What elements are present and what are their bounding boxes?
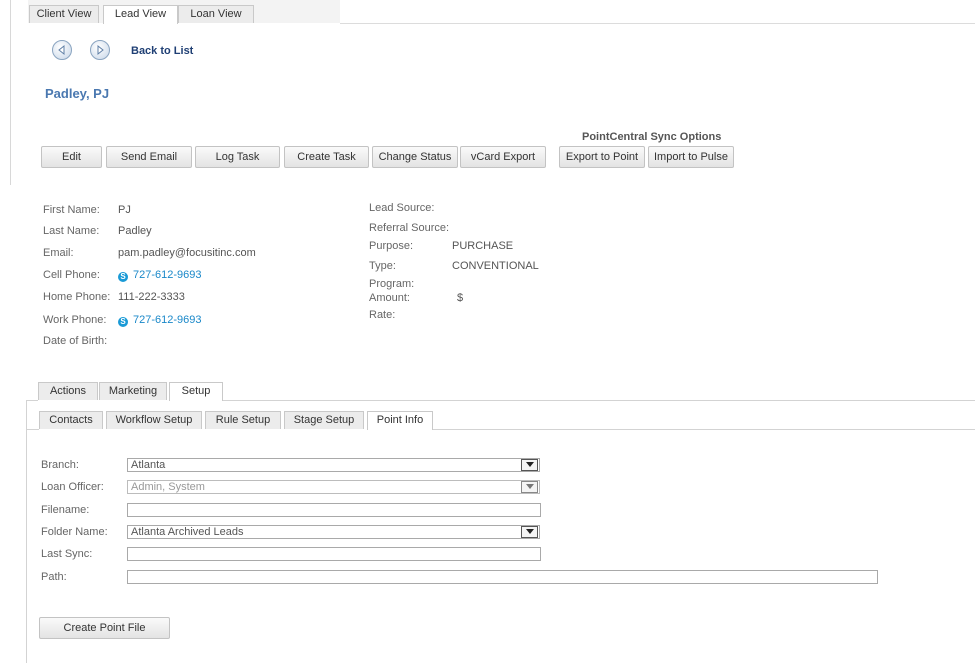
export-to-point-button[interactable]: Export to Point <box>559 146 645 168</box>
amount-value: $ <box>457 292 464 304</box>
left-divider <box>10 0 11 185</box>
first-name-label: First Name: <box>43 204 100 216</box>
purpose-value: PURCHASE <box>452 240 514 252</box>
path-input[interactable] <box>127 570 878 584</box>
amount-label: Amount: <box>369 292 410 304</box>
home-phone-label: Home Phone: <box>43 291 111 303</box>
filename-input[interactable] <box>127 503 541 517</box>
cell-phone-value: 727-612-9693 <box>133 269 202 281</box>
email-label: Email: <box>43 247 74 259</box>
chevron-down-icon[interactable] <box>521 526 538 538</box>
loan-officer-value: Admin, System <box>131 481 205 493</box>
send-email-button[interactable]: Send Email <box>106 146 192 168</box>
tab-marketing[interactable]: Marketing <box>99 382 167 400</box>
create-task-button[interactable]: Create Task <box>284 146 369 168</box>
dob-label: Date of Birth: <box>43 335 108 347</box>
last-name-value: Padley <box>118 225 152 237</box>
vcard-export-button[interactable]: vCard Export <box>460 146 546 168</box>
section-tab-line-right <box>223 400 975 401</box>
sub-tab-line-right <box>433 429 975 430</box>
email-value: pam.padley@focusitinc.com <box>118 247 256 259</box>
filename-label: Filename: <box>41 504 90 516</box>
create-point-file-button[interactable]: Create Point File <box>39 617 170 639</box>
folder-name-value: Atlanta Archived Leads <box>131 526 244 538</box>
sync-options-title: PointCentral Sync Options <box>582 131 722 143</box>
top-divider <box>340 23 975 24</box>
type-value: CONVENTIONAL <box>452 260 539 272</box>
work-phone-value: 727-612-9693 <box>133 314 202 326</box>
cell-phone-label: Cell Phone: <box>43 269 100 281</box>
lead-name-title: Padley, PJ <box>45 86 110 101</box>
panel-left-border <box>26 400 27 663</box>
first-name-value: PJ <box>118 204 131 216</box>
sub-tab-line-left <box>26 429 39 430</box>
skype-icon: S <box>118 317 128 327</box>
program-label: Program: <box>369 278 415 290</box>
home-phone-value: 111-222-3333 <box>118 291 185 303</box>
work-phone-label: Work Phone: <box>43 314 107 326</box>
tab-stage-setup[interactable]: Stage Setup <box>284 411 364 429</box>
tab-client-view[interactable]: Client View <box>29 5 99 23</box>
branch-value: Atlanta <box>131 459 166 471</box>
edit-button[interactable]: Edit <box>41 146 102 168</box>
branch-label: Branch: <box>41 459 79 471</box>
rate-label: Rate: <box>369 309 396 321</box>
type-label: Type: <box>369 260 396 272</box>
loan-officer-label: Loan Officer: <box>41 481 104 493</box>
back-arrow-icon[interactable] <box>52 40 72 60</box>
forward-arrow-icon[interactable] <box>90 40 110 60</box>
cell-phone-link[interactable]: S 727-612-9693 <box>118 269 202 282</box>
purpose-label: Purpose: <box>369 240 414 252</box>
import-to-pulse-button[interactable]: Import to Pulse <box>648 146 734 168</box>
view-tab-bar: Client View Lead View Loan View <box>28 0 340 24</box>
tab-loan-view[interactable]: Loan View <box>178 5 254 23</box>
chevron-down-icon[interactable] <box>521 481 538 493</box>
last-sync-input[interactable] <box>127 547 541 561</box>
change-status-button[interactable]: Change Status <box>372 146 458 168</box>
last-name-label: Last Name: <box>43 225 100 237</box>
folder-name-label: Folder Name: <box>41 526 108 538</box>
skype-icon: S <box>118 272 128 282</box>
tab-rule-setup[interactable]: Rule Setup <box>205 411 281 429</box>
loan-officer-select[interactable]: Admin, System <box>127 480 540 494</box>
last-sync-label: Last Sync: <box>41 548 93 560</box>
tab-contacts[interactable]: Contacts <box>39 411 103 429</box>
referral-source-label: Referral Source: <box>369 222 450 234</box>
tab-point-info[interactable]: Point Info <box>367 411 433 430</box>
chevron-down-icon[interactable] <box>521 459 538 471</box>
tab-actions[interactable]: Actions <box>38 382 98 400</box>
tab-lead-view[interactable]: Lead View <box>103 5 178 24</box>
back-to-list-link[interactable]: Back to List <box>131 45 193 57</box>
work-phone-link[interactable]: S 727-612-9693 <box>118 314 202 327</box>
folder-name-select[interactable]: Atlanta Archived Leads <box>127 525 540 539</box>
log-task-button[interactable]: Log Task <box>195 146 280 168</box>
path-label: Path: <box>41 571 67 583</box>
section-tab-line-left <box>26 400 38 401</box>
lead-source-label: Lead Source: <box>369 202 435 214</box>
tab-setup[interactable]: Setup <box>169 382 223 401</box>
tab-workflow-setup[interactable]: Workflow Setup <box>106 411 202 429</box>
branch-select[interactable]: Atlanta <box>127 458 540 472</box>
